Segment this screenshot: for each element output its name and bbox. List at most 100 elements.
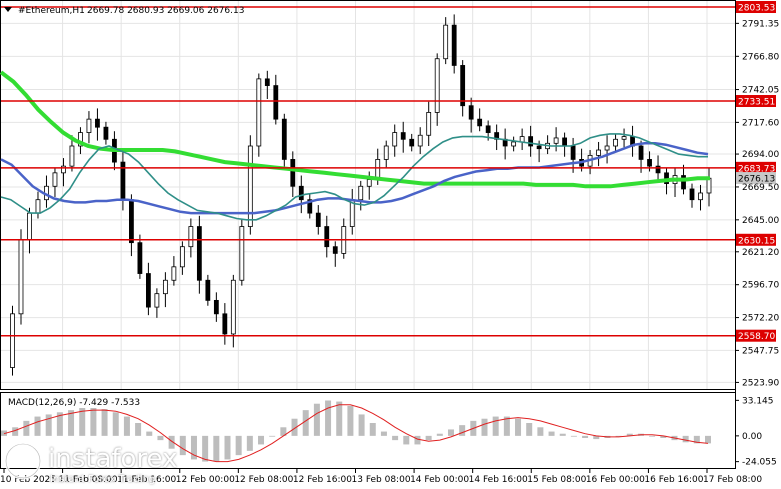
candle-body — [256, 78, 262, 147]
level-price-label: 2733.51 — [738, 98, 775, 108]
candle-body — [485, 125, 491, 133]
macd-bar — [537, 427, 544, 436]
watermark-tagline: Instant Forex Trading — [50, 474, 156, 485]
macd-bar — [235, 435, 242, 456]
y-tick-label: 2742.05 — [742, 86, 779, 96]
candle-body — [443, 24, 449, 60]
price-chart: 2803.532733.512683.732630.152558.702676.… — [0, 0, 779, 485]
candle-body — [196, 226, 202, 281]
candlesticks — [10, 14, 712, 376]
ohlc-readout: 2669.78 2680.93 2669.06 2676.13 — [87, 6, 244, 16]
instaforex-watermark: instaforex Instant Forex Trading — [4, 438, 184, 486]
candle-body — [27, 212, 32, 241]
candle-body — [213, 299, 219, 315]
y-tick-label: 2694.00 — [742, 150, 779, 160]
level-price-label: 2803.53 — [738, 4, 775, 14]
macd-tick-label: -24.055 — [742, 458, 777, 468]
x-tick-label: 15 Feb 08:00 — [527, 475, 586, 485]
symbol-label: #Ethereum,H1 — [18, 6, 85, 16]
candle-body — [145, 273, 151, 308]
candle-body — [681, 175, 686, 190]
macd-axis: 33.145 0.00 -24.055 — [735, 396, 777, 468]
candle-body — [179, 246, 185, 268]
candle-body — [383, 145, 389, 160]
y-tick-label: 2621.20 — [742, 248, 779, 258]
candle-body — [315, 212, 321, 227]
candle-body — [553, 137, 559, 144]
candle-body — [154, 293, 160, 308]
y-tick-label: 2669.50 — [742, 183, 779, 193]
y-tick-label: 2717.60 — [742, 118, 779, 128]
macd-tick-label: 33.145 — [742, 396, 774, 406]
macd-bar — [492, 416, 499, 436]
candle-body — [689, 188, 695, 201]
macd-bar — [548, 431, 555, 436]
macd-bar — [123, 416, 130, 436]
candle-body — [52, 172, 58, 187]
macd-bar — [79, 408, 86, 436]
main-pane-frame — [0, 0, 736, 390]
macd-bar — [447, 429, 454, 436]
candle-body — [95, 118, 100, 128]
x-tick-label: 12 Feb 16:00 — [293, 475, 352, 485]
x-tick-label: 14 Feb 16:00 — [469, 475, 528, 485]
macd-bar — [34, 416, 41, 436]
candle-body — [570, 145, 576, 160]
candle-body — [528, 136, 534, 147]
macd-bar — [347, 405, 354, 436]
candle-body — [222, 313, 228, 335]
macd-bar — [101, 409, 108, 436]
candle-body — [511, 141, 517, 147]
candle-body — [69, 145, 75, 167]
candle-body — [230, 279, 236, 335]
candle-body — [18, 239, 24, 315]
level-price-label: 2630.15 — [738, 236, 775, 246]
macd-bar — [202, 435, 209, 462]
candle-body — [324, 226, 330, 248]
candle-body — [129, 199, 134, 244]
x-tick-label: 12 Feb 00:00 — [176, 475, 235, 485]
macd-bar — [414, 435, 421, 445]
watermark-brand: instaforex — [48, 444, 178, 474]
candle-body — [188, 226, 194, 248]
candle-body — [604, 145, 610, 151]
macd-bar — [582, 435, 589, 438]
candle-body — [103, 126, 109, 140]
candle-body — [205, 279, 211, 301]
macd-bar — [135, 423, 142, 436]
x-tick-label: 14 Feb 00:00 — [410, 475, 469, 485]
candle-body — [468, 105, 474, 120]
symbol-arrow-icon — [4, 7, 12, 12]
macd-bar — [649, 435, 656, 437]
candle-body — [621, 136, 627, 140]
x-tick-label: 12 Feb 08:00 — [234, 475, 293, 485]
instaforex-logo-icon — [4, 442, 42, 480]
macd-bar — [380, 431, 387, 436]
macd-bar — [325, 400, 332, 436]
macd-bar — [224, 435, 231, 460]
x-tick-label: 17 Feb 08:00 — [703, 475, 762, 485]
candle-body — [35, 199, 41, 214]
candle-body — [460, 65, 466, 107]
macd-bar — [570, 435, 577, 437]
candle-body — [332, 246, 338, 254]
macd-bar — [302, 410, 309, 436]
macd-bar — [459, 425, 466, 436]
candle-body — [247, 145, 253, 227]
candle-body — [409, 138, 415, 147]
macd-bar — [392, 435, 399, 441]
candle-body — [706, 177, 712, 194]
candle-body — [451, 24, 457, 66]
macd-bar — [369, 423, 376, 436]
candle-body — [647, 159, 652, 167]
candle-body — [137, 242, 143, 274]
candle-body — [264, 78, 270, 86]
candle-body — [239, 226, 245, 281]
candle-body — [298, 185, 304, 201]
candle-body — [417, 134, 423, 147]
candle-body — [281, 118, 287, 160]
candle-body — [392, 132, 398, 147]
macd-bar — [436, 433, 443, 436]
macd-bar — [526, 423, 533, 436]
macd-bar — [146, 431, 153, 436]
